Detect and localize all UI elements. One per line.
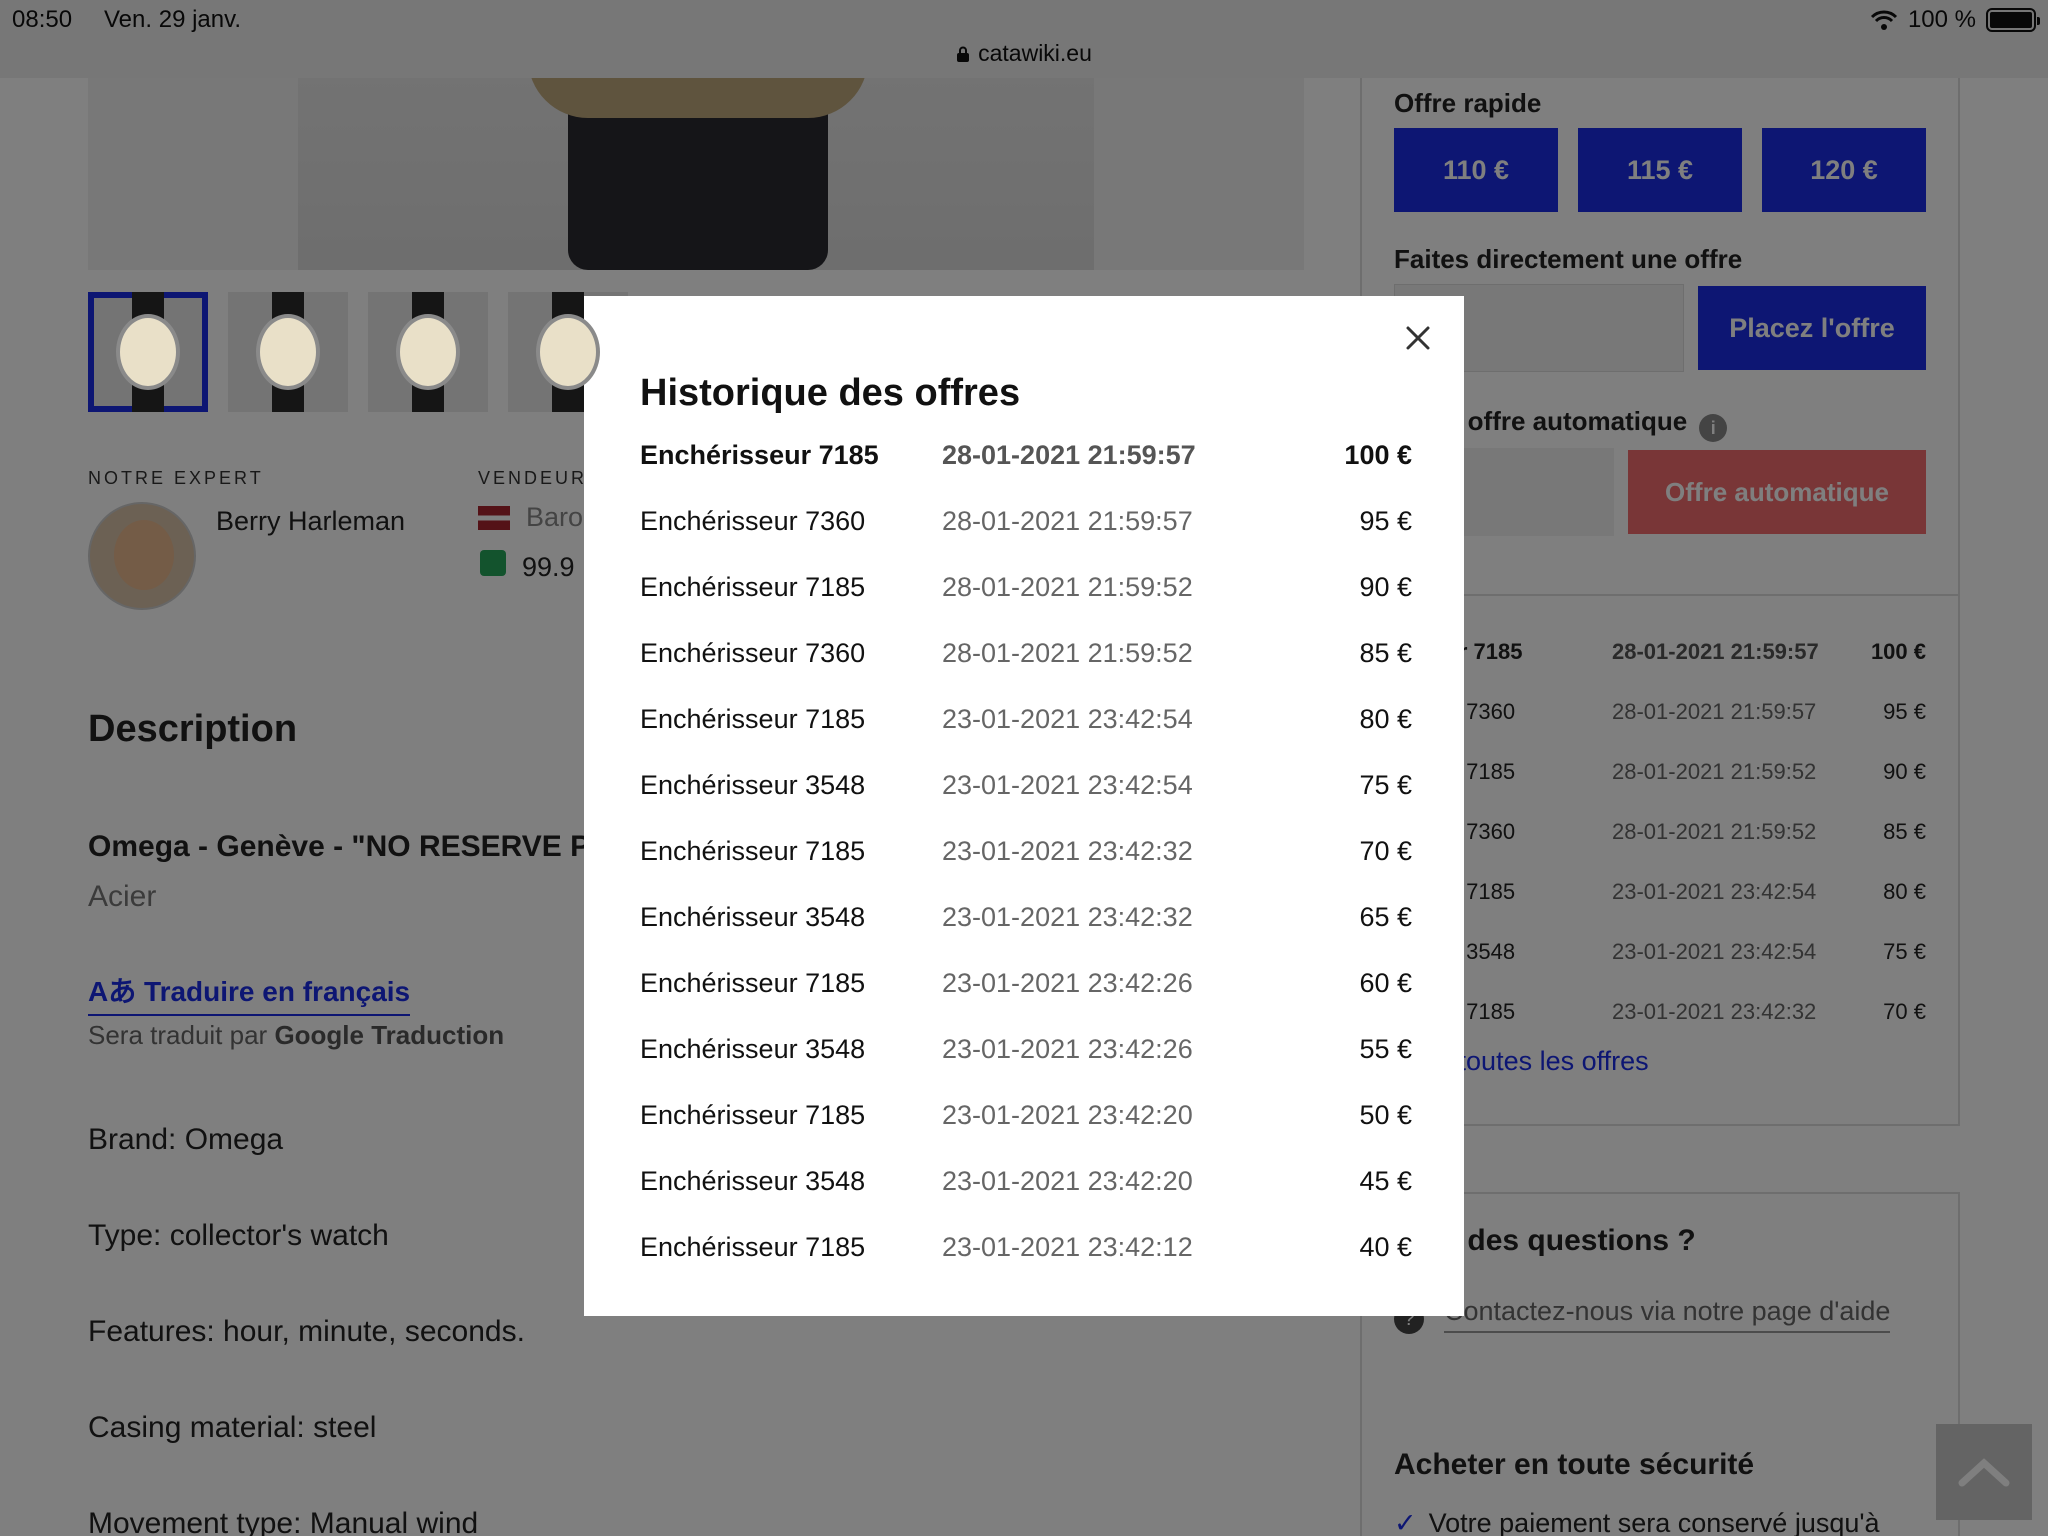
bid-date: 28-01-2021 21:59:57 [942, 505, 1193, 536]
bidder: Enchérisseur 7185 [640, 439, 879, 470]
bidder: Enchérisseur 7185 [640, 835, 866, 866]
bidder: Enchérisseur 3548 [640, 901, 866, 932]
bid-amount: 40 € [1359, 1231, 1412, 1262]
table-row: Enchérisseur 7185 23-01-2021 23:42:54 80 € [640, 686, 1412, 752]
bid-date: 23-01-2021 23:42:20 [942, 1099, 1193, 1130]
bidder: Enchérisseur 7185 [640, 571, 866, 602]
dial-shape [256, 314, 320, 390]
bid-amount: 95 € [1359, 505, 1412, 536]
table-row: Enchérisseur 3548 23-01-2021 23:42:20 45 € [640, 1148, 1412, 1214]
bid-date: 23-01-2021 23:42:32 [942, 901, 1193, 932]
bid-date: 23-01-2021 23:42:26 [942, 967, 1193, 998]
bid-amount: 75 € [1359, 769, 1412, 800]
bid-amount: 100 € [1344, 439, 1412, 470]
table-row: Enchérisseur 7185 23-01-2021 23:42:26 60 € [640, 950, 1412, 1016]
bid-date: 28-01-2021 21:59:52 [942, 637, 1193, 668]
close-button[interactable] [1398, 318, 1438, 358]
bid-date: 23-01-2021 23:42:54 [942, 769, 1193, 800]
table-row: Enchérisseur 7185 23-01-2021 23:42:12 40 € [640, 1214, 1412, 1280]
bid-date: 28-01-2021 21:59:57 [942, 439, 1196, 470]
bid-amount: 85 € [1359, 637, 1412, 668]
dial-shape [536, 314, 600, 390]
bid-amount: 65 € [1359, 901, 1412, 932]
table-row: Enchérisseur 3548 23-01-2021 23:42:54 75 € [640, 752, 1412, 818]
bid-amount: 70 € [1359, 835, 1412, 866]
bid-date: 28-01-2021 21:59:52 [942, 571, 1193, 602]
table-row: Enchérisseur 7360 28-01-2021 21:59:57 95 € [640, 488, 1412, 554]
bid-date: 23-01-2021 23:42:32 [942, 835, 1193, 866]
bidder: Enchérisseur 7185 [640, 703, 866, 734]
bidder: Enchérisseur 7185 [640, 967, 866, 998]
table-row: Enchérisseur 7185 23-01-2021 23:42:32 70 € [640, 818, 1412, 884]
bid-history-modal: Historique des offres Enchérisseur 7185 2… [584, 296, 1464, 1316]
bid-amount: 55 € [1359, 1033, 1412, 1064]
table-row: Enchérisseur 7185 23-01-2021 23:42:20 50 € [640, 1082, 1412, 1148]
table-row: Enchérisseur 7185 28-01-2021 21:59:57 100 … [640, 422, 1412, 488]
dial-shape [396, 314, 460, 390]
bid-amount: 45 € [1359, 1165, 1412, 1196]
bidder: Enchérisseur 7360 [640, 637, 866, 668]
bid-amount: 80 € [1359, 703, 1412, 734]
bid-amount: 50 € [1359, 1099, 1412, 1130]
bid-date: 23-01-2021 23:42:20 [942, 1165, 1193, 1196]
table-row: Enchérisseur 7185 28-01-2021 21:59:52 90 € [640, 554, 1412, 620]
bid-date: 23-01-2021 23:42:26 [942, 1033, 1193, 1064]
bidder: Enchérisseur 7185 [640, 1099, 866, 1130]
bid-amount: 60 € [1359, 967, 1412, 998]
bid-history-list: Enchérisseur 7185 28-01-2021 21:59:57 100 … [640, 422, 1412, 1280]
bid-date: 23-01-2021 23:42:12 [942, 1231, 1193, 1262]
table-row: Enchérisseur 7360 28-01-2021 21:59:52 85 € [640, 620, 1412, 686]
table-row: Enchérisseur 3548 23-01-2021 23:42:26 55 € [640, 1016, 1412, 1082]
table-row: Enchérisseur 3548 23-01-2021 23:42:32 65 € [640, 884, 1412, 950]
bid-amount: 90 € [1359, 571, 1412, 602]
bidder: Enchérisseur 3548 [640, 769, 866, 800]
close-icon [1406, 326, 1430, 350]
bidder: Enchérisseur 3548 [640, 1033, 866, 1064]
bidder: Enchérisseur 7360 [640, 505, 866, 536]
dial-shape [116, 314, 180, 390]
modal-title: Historique des offres [640, 372, 1021, 414]
bidder: Enchérisseur 7185 [640, 1231, 866, 1262]
bidder: Enchérisseur 3548 [640, 1165, 866, 1196]
bid-date: 23-01-2021 23:42:54 [942, 703, 1193, 734]
